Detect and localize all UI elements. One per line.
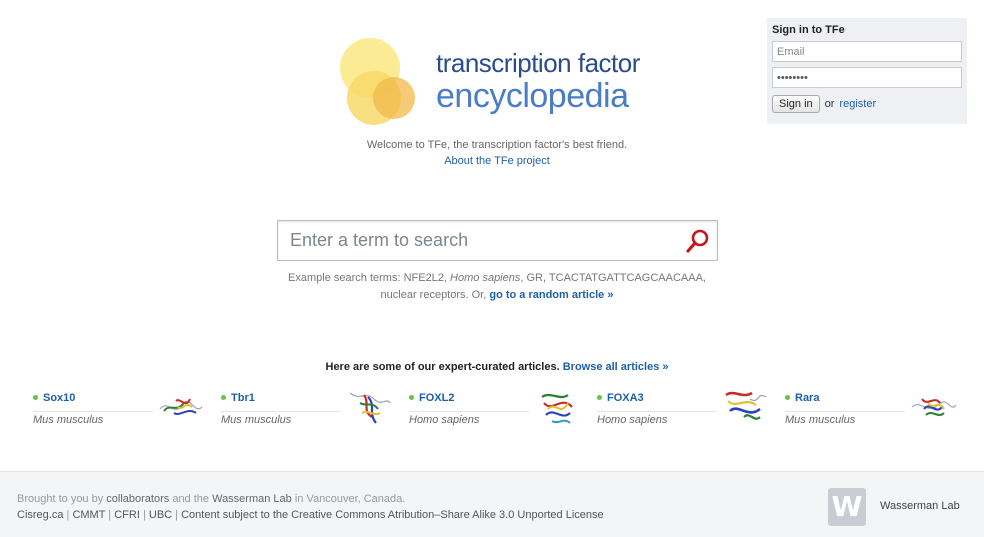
- wasserman-lab-link[interactable]: Wasserman Lab: [212, 493, 292, 505]
- signin-actions: Sign in or register: [772, 95, 962, 113]
- register-link[interactable]: register: [839, 98, 876, 110]
- logo-line-2: encyclopedia: [436, 77, 629, 115]
- cfri-link[interactable]: CFRI: [114, 509, 140, 521]
- password-field[interactable]: [772, 67, 962, 88]
- wasserman-lab-logo-icon[interactable]: W: [828, 488, 866, 526]
- footer-city-text: in Vancouver, Canada.: [291, 493, 406, 505]
- article-species: Mus musculus: [221, 414, 292, 426]
- protein-structure-icon: [725, 391, 767, 420]
- divider: [221, 411, 341, 412]
- article-card[interactable]: FOXL2 Homo sapiens: [406, 387, 584, 431]
- article-link[interactable]: Sox10: [43, 392, 75, 404]
- wasserman-lab-name[interactable]: Wasserman Lab: [880, 500, 960, 512]
- bullet-dot-icon: [785, 394, 790, 400]
- logo-text: transcription factor encyclopedia: [436, 48, 640, 114]
- cisreg-link[interactable]: Cisreg.ca: [17, 509, 63, 521]
- collaborators-link[interactable]: collaborators: [106, 493, 169, 505]
- curated-articles: Sox10 Mus musculus Tbr1 Mus musculus FOX…: [30, 387, 960, 431]
- signin-or-text: or: [824, 98, 835, 110]
- divider: [409, 411, 529, 412]
- random-article-link[interactable]: go to a random article »: [489, 289, 613, 301]
- logo-line-1: transcription factor: [436, 48, 640, 78]
- article-card[interactable]: Sox10 Mus musculus: [30, 387, 208, 431]
- article-species: Mus musculus: [33, 414, 104, 426]
- divider: [597, 411, 717, 412]
- protein-structure-icon: [911, 398, 957, 416]
- article-species: Homo sapiens: [409, 414, 480, 426]
- article-link[interactable]: Rara: [795, 392, 819, 404]
- article-species: Homo sapiens: [597, 414, 668, 426]
- divider: [33, 411, 153, 412]
- bullet-dot-icon: [409, 394, 414, 400]
- article-card[interactable]: Tbr1 Mus musculus: [218, 387, 396, 431]
- footer-credits: Brought to you by collaborators and the …: [17, 493, 405, 505]
- search-box: [277, 220, 718, 261]
- footer-brought-text: Brought to you by: [17, 493, 107, 505]
- article-link[interactable]: FOXA3: [607, 392, 644, 404]
- article-link[interactable]: FOXL2: [419, 392, 454, 404]
- signin-title: Sign in to TFe: [772, 24, 845, 36]
- curated-heading-text: Here are some of our expert-curated arti…: [325, 361, 560, 373]
- footer: Brought to you by collaborators and the …: [0, 471, 984, 537]
- article-species: Mus musculus: [785, 414, 856, 426]
- examples-italic-term: Homo sapiens: [450, 272, 521, 284]
- search-icon[interactable]: [685, 228, 711, 254]
- signin-button[interactable]: Sign in: [772, 95, 820, 113]
- article-card[interactable]: FOXA3 Homo sapiens: [594, 387, 772, 431]
- example-search-terms: Example search terms: NFE2L2, Homo sapie…: [270, 270, 724, 304]
- license-link[interactable]: Content subject to the Creative Commons …: [181, 509, 604, 521]
- browse-all-link[interactable]: Browse all articles »: [563, 361, 669, 373]
- protein-structure-icon: [541, 393, 573, 424]
- welcome-text: Welcome to TFe, the transcription factor…: [366, 139, 628, 151]
- bullet-dot-icon: [221, 394, 226, 400]
- bullet-dot-icon: [33, 394, 38, 400]
- cmmt-link[interactable]: CMMT: [72, 509, 105, 521]
- protein-structure-icon: [349, 392, 391, 424]
- protein-structure-icon: [159, 398, 203, 415]
- footer-and-text: and the: [169, 493, 213, 505]
- article-card[interactable]: Rara Mus musculus: [782, 387, 960, 431]
- footer-links: Cisreg.ca | CMMT | CFRI | UBC | Content …: [17, 509, 604, 521]
- divider: [785, 411, 905, 412]
- bullet-dot-icon: [597, 394, 602, 400]
- tfe-logo[interactable]: transcription factor encyclopedia: [336, 36, 666, 128]
- about-link[interactable]: About the TFe project: [444, 155, 550, 167]
- search-input[interactable]: [278, 221, 673, 260]
- article-link[interactable]: Tbr1: [231, 392, 255, 404]
- examples-prefix: Example search terms: NFE2L2,: [288, 272, 451, 284]
- email-field[interactable]: [772, 41, 962, 62]
- ubc-link[interactable]: UBC: [149, 509, 172, 521]
- logo-circles-icon: [340, 38, 415, 125]
- signin-panel: Sign in to TFe Sign in or register: [767, 18, 967, 124]
- curated-heading: Here are some of our expert-curated arti…: [0, 361, 984, 373]
